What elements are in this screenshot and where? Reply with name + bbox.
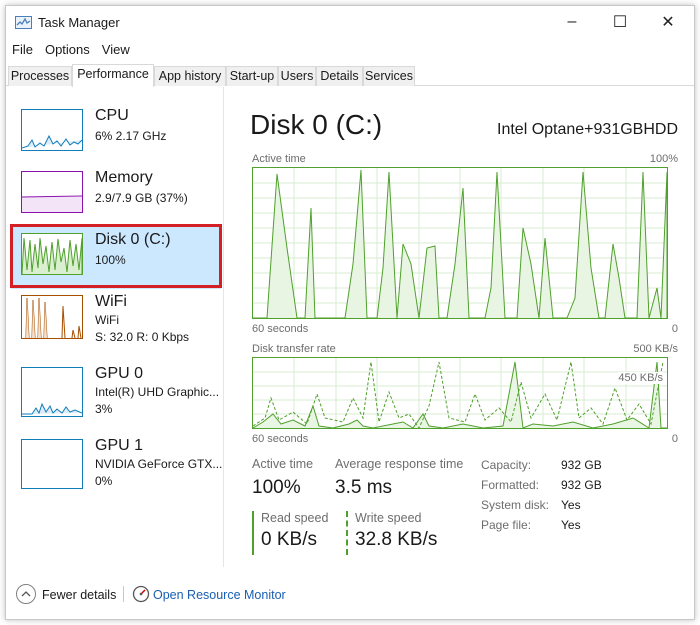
- memory-thumbnail-graph: [21, 171, 83, 213]
- sidebar-item-name: Memory: [95, 169, 153, 186]
- active-time-value: 100%: [252, 477, 301, 498]
- capacity-label: Capacity:: [481, 458, 532, 472]
- active-time-label: Active time: [252, 457, 314, 471]
- menu-view[interactable]: View: [96, 40, 136, 60]
- cpu-thumbnail-graph: [21, 109, 83, 151]
- menu-file[interactable]: File: [6, 40, 39, 60]
- sidebar-item-usage: 3%: [95, 402, 113, 416]
- task-manager-icon: [15, 16, 32, 29]
- tab-processes[interactable]: Processes: [8, 66, 72, 86]
- system-disk-value: Yes: [561, 498, 581, 512]
- active-time-x-right: 0: [671, 323, 678, 335]
- title-bar[interactable]: Task Manager – ☐ ✕: [6, 6, 694, 38]
- page-file-value: Yes: [561, 518, 581, 532]
- gpu0-thumbnail-graph: [21, 367, 83, 417]
- sidebar-item-detail: Intel(R) UHD Graphic...: [95, 385, 220, 399]
- close-button[interactable]: ✕: [645, 6, 691, 38]
- maximize-button[interactable]: ☐: [597, 6, 643, 38]
- disk-model: Intel Optane+931GBHDD: [497, 121, 678, 138]
- formatted-label: Formatted:: [481, 478, 540, 492]
- transfer-rate-graph: 450 KB/s: [252, 357, 668, 429]
- minimize-button[interactable]: –: [549, 6, 595, 38]
- sidebar-item-gpu-1[interactable]: GPU 1 NVIDIA GeForce GTX... 0%: [11, 433, 223, 495]
- sidebar-item-wifi[interactable]: WiFi WiFi S: 32.0 R: 0 Kbps: [11, 289, 221, 351]
- disk-title: Disk 0 (C:): [250, 109, 383, 140]
- tab-services[interactable]: Services: [363, 66, 415, 86]
- transfer-graph-mark: 450 KB/s: [618, 372, 663, 384]
- sidebar-item-name: WiFi: [95, 293, 127, 310]
- transfer-graph-max: 500 KB/s: [633, 343, 678, 355]
- formatted-value: 932 GB: [561, 478, 602, 492]
- sidebar-item-memory[interactable]: Memory 2.9/7.9 GB (37%): [11, 165, 221, 227]
- active-time-graph-max: 100%: [649, 153, 678, 165]
- wifi-thumbnail-graph: [21, 295, 83, 339]
- read-speed-bar: [252, 511, 254, 555]
- tab-start-up[interactable]: Start-up: [226, 66, 278, 86]
- resource-monitor-icon[interactable]: [132, 585, 150, 603]
- sidebar-item-detail: 6% 2.17 GHz: [95, 129, 167, 143]
- sidebar-item-usage: 0%: [95, 474, 113, 488]
- active-time-graph-label: Active time: [252, 153, 306, 165]
- menu-bar: File Options View: [6, 40, 136, 60]
- fewer-details-button[interactable]: Fewer details: [42, 588, 116, 602]
- avg-response-label: Average response time: [335, 457, 464, 471]
- chevron-up-icon[interactable]: [16, 584, 36, 604]
- transfer-x-right: 0: [671, 433, 678, 445]
- disk-detail-panel: Disk 0 (C:) Intel Optane+931GBHDD Active…: [250, 87, 678, 567]
- active-time-graph: [252, 167, 668, 319]
- sidebar-item-name: CPU: [95, 107, 129, 124]
- footer-bar: Fewer details Open Resource Monitor: [6, 578, 694, 608]
- tab-users[interactable]: Users: [278, 66, 316, 86]
- sidebar-item-gpu-0[interactable]: GPU 0 Intel(R) UHD Graphic... 3%: [11, 361, 221, 423]
- capacity-value: 932 GB: [561, 458, 602, 472]
- read-speed-label: Read speed: [261, 511, 329, 525]
- footer-divider: [123, 586, 124, 602]
- write-speed-label: Write speed: [355, 511, 422, 525]
- sidebar-item-detail: 2.9/7.9 GB (37%): [95, 191, 188, 205]
- sidebar-item-throughput: S: 32.0 R: 0 Kbps: [95, 330, 190, 344]
- tab-details[interactable]: Details: [316, 66, 363, 86]
- sidebar-item-cpu[interactable]: CPU 6% 2.17 GHz: [11, 103, 221, 165]
- page-file-label: Page file:: [481, 518, 532, 532]
- tab-bar: Processes Performance App history Start-…: [6, 64, 694, 87]
- task-manager-window: Task Manager – ☐ ✕ File Options View Pro…: [5, 5, 695, 620]
- transfer-x-left: 60 seconds: [252, 433, 309, 445]
- system-disk-label: System disk:: [481, 498, 550, 512]
- highlight-box: [10, 224, 222, 288]
- resource-sidebar: CPU 6% 2.17 GHz Memory 2.9/7.9 GB (37%) …: [6, 87, 224, 567]
- write-speed-bar: [346, 511, 348, 555]
- sidebar-item-name: GPU 0: [95, 365, 144, 382]
- sidebar-item-detail: WiFi: [95, 313, 119, 327]
- sidebar-item-detail: NVIDIA GeForce GTX...: [95, 457, 223, 471]
- avg-response-value: 3.5 ms: [335, 477, 393, 498]
- tab-performance[interactable]: Performance: [72, 64, 154, 87]
- gpu1-thumbnail-graph: [21, 439, 83, 489]
- write-speed-value: 32.8 KB/s: [355, 529, 438, 550]
- active-time-x-left: 60 seconds: [252, 323, 309, 335]
- sidebar-item-name: GPU 1: [95, 437, 144, 454]
- transfer-graph-label: Disk transfer rate: [252, 343, 336, 355]
- open-resource-monitor-link[interactable]: Open Resource Monitor: [153, 588, 286, 602]
- performance-content: CPU 6% 2.17 GHz Memory 2.9/7.9 GB (37%) …: [6, 87, 694, 567]
- window-title: Task Manager: [38, 15, 120, 30]
- menu-options[interactable]: Options: [39, 40, 96, 60]
- read-speed-value: 0 KB/s: [261, 529, 317, 550]
- tab-app-history[interactable]: App history: [154, 66, 226, 86]
